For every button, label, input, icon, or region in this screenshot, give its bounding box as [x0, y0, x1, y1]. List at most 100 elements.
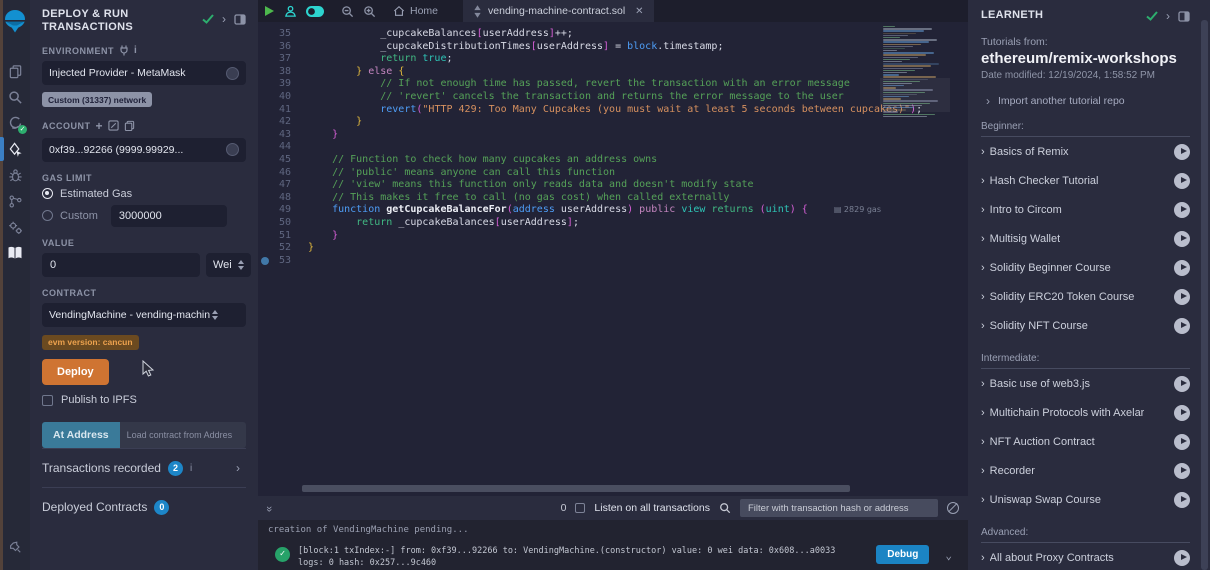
home-tab[interactable]: Home — [393, 5, 438, 17]
pin-panel-icon[interactable] — [1178, 11, 1190, 22]
line-number[interactable]: 44 — [258, 141, 308, 154]
transactions-recorded-row[interactable]: Transactions recorded 2 i › — [42, 448, 246, 487]
import-repo-link[interactable]: › Import another tutorial repo — [981, 94, 1190, 108]
publish-ipfs-checkbox[interactable] — [42, 395, 53, 406]
line-number[interactable]: 52 — [258, 242, 308, 255]
line-number[interactable]: 42 — [258, 116, 308, 129]
play-tutorial-button[interactable] — [1174, 405, 1190, 421]
line-number[interactable]: 38 — [258, 66, 308, 79]
tutorial-item[interactable]: ›Recorder — [981, 456, 1190, 485]
search-icon[interactable] — [0, 84, 30, 110]
code-editor[interactable]: 35 _cupcakeBalances[userAddress]++;36 _c… — [258, 22, 968, 496]
solidity-compiler-icon[interactable]: ✓ — [0, 110, 30, 136]
tutorial-item[interactable]: ›Basics of Remix — [981, 137, 1190, 166]
info-icon[interactable]: i — [134, 45, 137, 56]
tutorial-item[interactable]: ›Hash Checker Tutorial — [981, 166, 1190, 195]
line-number[interactable]: 36 — [258, 41, 308, 54]
expand-log-icon[interactable]: ⌄ — [945, 549, 952, 562]
deploy-run-icon[interactable] — [0, 136, 30, 162]
at-address-input[interactable] — [120, 422, 246, 448]
play-tutorial-button[interactable] — [1174, 173, 1190, 189]
play-tutorial-button[interactable] — [1174, 550, 1190, 566]
chevron-right-icon[interactable]: › — [236, 461, 240, 475]
ai-copilot-toggle[interactable] — [306, 6, 324, 17]
tutorial-item[interactable]: ›Multisig Wallet — [981, 224, 1190, 253]
tutorial-item[interactable]: ›Solidity ERC20 Token Course — [981, 282, 1190, 311]
line-number[interactable]: 40 — [258, 91, 308, 104]
breakpoint-dot[interactable] — [261, 257, 269, 265]
environment-select[interactable]: Injected Provider - MetaMask — [42, 61, 246, 85]
clear-console-icon[interactable] — [947, 502, 959, 514]
at-address-button[interactable]: At Address — [42, 422, 120, 448]
minimap-viewport[interactable] — [880, 78, 950, 112]
line-number[interactable]: 49 — [258, 204, 308, 217]
chevron-right-icon[interactable]: › — [1166, 9, 1170, 23]
estimated-gas-radio[interactable] — [42, 188, 53, 199]
tutorial-item[interactable]: ›NFT Auction Contract — [981, 427, 1190, 456]
chevron-right-icon[interactable]: › — [222, 12, 226, 26]
line-number[interactable]: 46 — [258, 167, 308, 180]
sign-message-icon[interactable] — [108, 120, 119, 131]
play-tutorial-button[interactable] — [1174, 202, 1190, 218]
plugin-manager-icon[interactable] — [0, 214, 30, 240]
play-tutorial-button[interactable] — [1174, 231, 1190, 247]
zoom-out-icon[interactable] — [341, 5, 354, 18]
line-number[interactable]: 51 — [258, 230, 308, 243]
minimap[interactable] — [883, 26, 947, 118]
listen-all-checkbox[interactable] — [575, 503, 585, 513]
tutorial-item[interactable]: ›Multichain Protocols with Axelar — [981, 398, 1190, 427]
play-tutorial-button[interactable] — [1174, 492, 1190, 508]
line-number[interactable]: 43 — [258, 129, 308, 142]
pin-panel-icon[interactable] — [234, 14, 246, 25]
line-number[interactable]: 37 — [258, 53, 308, 66]
horizontal-scrollbar[interactable] — [302, 485, 850, 492]
play-tutorial-button[interactable] — [1174, 376, 1190, 392]
run-script-icon[interactable] — [264, 5, 275, 17]
line-number[interactable]: 41 — [258, 104, 308, 117]
play-tutorial-button[interactable] — [1174, 260, 1190, 276]
settings-icon[interactable] — [0, 534, 30, 560]
deployed-contracts-row[interactable]: Deployed Contracts 0 — [42, 487, 246, 526]
tutorial-item[interactable]: ›Solidity NFT Course — [981, 311, 1190, 340]
copy-icon[interactable] — [124, 120, 135, 131]
play-tutorial-button[interactable] — [1174, 434, 1190, 450]
contract-select[interactable]: VendingMachine - vending-machin — [42, 303, 246, 327]
line-number[interactable]: 53 — [258, 255, 308, 268]
debugger-icon[interactable] — [0, 162, 30, 188]
zoom-in-icon[interactable] — [363, 5, 376, 18]
line-number[interactable]: 48 — [258, 192, 308, 205]
tutorial-item[interactable]: ›Basic use of web3.js — [981, 369, 1190, 398]
learneth-icon[interactable] — [0, 240, 30, 266]
value-unit-select[interactable]: Wei — [206, 253, 251, 277]
expand-terminal-icon[interactable]: » — [263, 506, 275, 510]
play-tutorial-button[interactable] — [1174, 318, 1190, 334]
value-input[interactable] — [42, 253, 200, 277]
tutorial-item[interactable]: ›Intro to Circom — [981, 195, 1190, 224]
learneth-scrollbar[interactable] — [1201, 20, 1208, 570]
tutorial-item[interactable]: ›Solidity Beginner Course — [981, 253, 1190, 282]
custom-gas-input[interactable] — [111, 205, 227, 227]
tutorial-item[interactable]: ›Uniswap Swap Course — [981, 485, 1190, 514]
line-number[interactable]: 45 — [258, 154, 308, 167]
play-tutorial-button[interactable] — [1174, 463, 1190, 479]
play-tutorial-button[interactable] — [1174, 144, 1190, 160]
add-account-icon[interactable]: + — [96, 119, 104, 133]
close-tab-icon[interactable]: ✕ — [635, 6, 643, 17]
line-number[interactable]: 50 — [258, 217, 308, 230]
deploy-button[interactable]: Deploy — [42, 359, 109, 385]
file-explorer-icon[interactable] — [0, 58, 30, 84]
line-number[interactable]: 47 — [258, 179, 308, 192]
line-number[interactable]: 35 — [258, 28, 308, 41]
tutorial-item[interactable]: ›All about Proxy Contracts — [981, 543, 1190, 570]
git-branch-icon[interactable] — [0, 188, 30, 214]
terminal-filter-input[interactable] — [740, 499, 938, 517]
debug-button[interactable]: Debug — [876, 545, 929, 564]
remix-ai-icon[interactable] — [284, 5, 297, 18]
account-select[interactable]: 0xf39...92266 (9999.99929... — [42, 138, 246, 162]
info-icon[interactable]: i — [190, 463, 192, 474]
tab-vending-machine-contract[interactable]: vending-machine-contract.sol ✕ — [463, 0, 654, 22]
play-tutorial-button[interactable] — [1174, 289, 1190, 305]
line-number[interactable]: 39 — [258, 78, 308, 91]
custom-gas-radio[interactable] — [42, 210, 53, 221]
transaction-log-row[interactable]: ✓ [block:1 txIndex:-] from: 0xf39...9226… — [268, 545, 958, 569]
